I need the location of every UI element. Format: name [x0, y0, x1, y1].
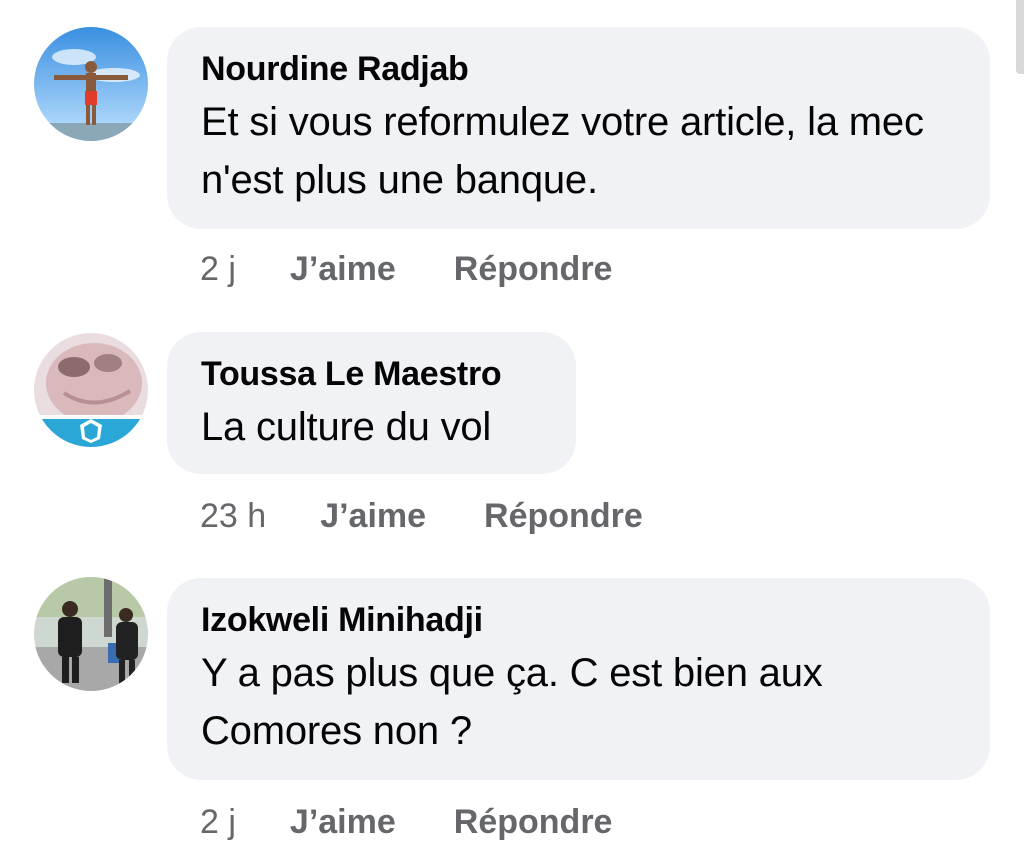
reply-button[interactable]: Répondre	[484, 497, 643, 536]
comment-actions: 2 j J’aime Répondre	[200, 250, 612, 289]
comment-bubble: Nourdine Radjab Et si vous reformulez vo…	[167, 27, 990, 229]
like-button[interactable]: J’aime	[320, 497, 426, 536]
comment-author[interactable]: Izokweli Minihadji	[201, 600, 956, 640]
reply-button[interactable]: Répondre	[454, 250, 613, 289]
avatar[interactable]	[34, 333, 148, 447]
comment-bubble: Izokweli Minihadji Y a pas plus que ça. …	[167, 578, 990, 780]
comment-bubble: Toussa Le Maestro La culture du vol	[167, 332, 576, 474]
comment-text: Et si vous reformulez votre article, la …	[201, 100, 924, 202]
like-button[interactable]: J’aime	[290, 803, 396, 842]
comment-text: Y a pas plus que ça. C est bien aux Como…	[201, 651, 823, 753]
comment-time[interactable]: 23 h	[200, 497, 266, 536]
people-avatar-icon	[34, 577, 148, 691]
person-avatar-icon	[34, 27, 148, 141]
avatar[interactable]	[34, 27, 148, 141]
comment-actions: 23 h J’aime Répondre	[200, 497, 643, 536]
comment-time[interactable]: 2 j	[200, 250, 236, 289]
comment-text: La culture du vol	[201, 405, 492, 449]
comment-actions: 2 j J’aime Répondre	[200, 803, 612, 842]
avatar[interactable]	[34, 577, 148, 691]
comment-time[interactable]: 2 j	[200, 803, 236, 842]
face-avatar-icon	[34, 333, 148, 447]
comment-author[interactable]: Toussa Le Maestro	[201, 354, 542, 394]
scrollbar[interactable]	[1016, 0, 1024, 74]
reply-button[interactable]: Répondre	[454, 803, 613, 842]
like-button[interactable]: J’aime	[290, 250, 396, 289]
comment-author[interactable]: Nourdine Radjab	[201, 49, 956, 89]
